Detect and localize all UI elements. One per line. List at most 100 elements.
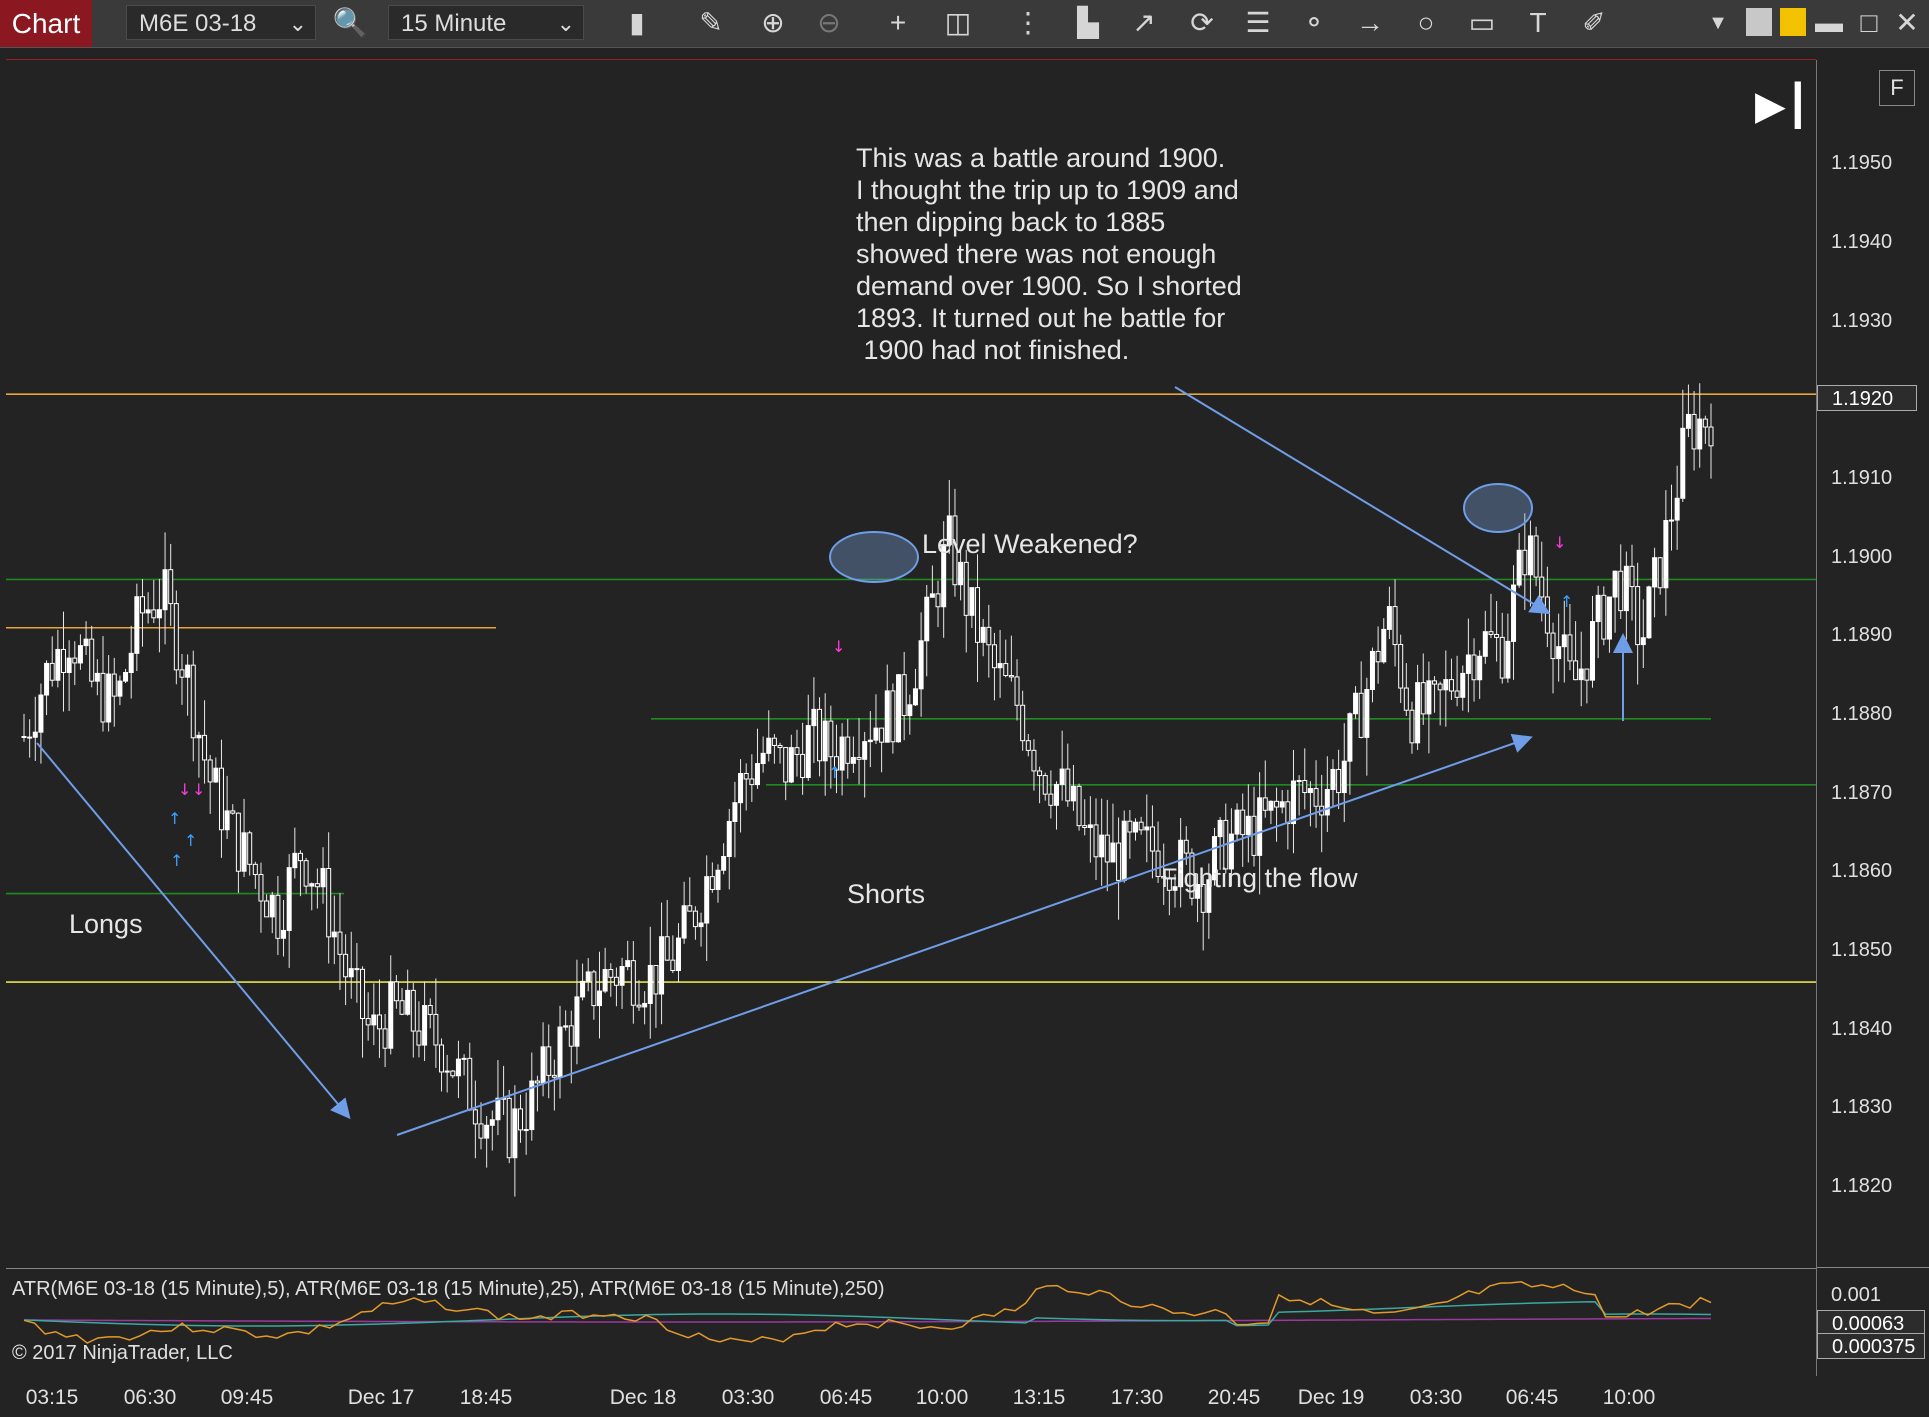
buy-marker: ↑: [1560, 592, 1573, 611]
candle-body: [100, 672, 106, 723]
candle-body: [585, 971, 591, 982]
brush-icon[interactable]: ✐: [1574, 6, 1614, 40]
minimize-icon[interactable]: ▬: [1812, 6, 1846, 40]
arrow-line-icon[interactable]: →: [1350, 6, 1390, 40]
zoom-out-icon[interactable]: ⊖: [809, 6, 849, 40]
link-color-swatch[interactable]: [1780, 8, 1806, 36]
candle-body: [557, 1026, 563, 1078]
candle-body: [32, 731, 38, 738]
candle-body: [783, 747, 789, 783]
candle-body: [1674, 497, 1680, 521]
candle-body: [1008, 675, 1014, 678]
candle-body: [1420, 682, 1426, 715]
candle-body: [1505, 640, 1511, 679]
pencil-draw-icon[interactable]: ✎: [691, 6, 731, 40]
drawing-tools-icon[interactable]: ↗: [1124, 6, 1164, 40]
candle-body: [647, 964, 653, 1004]
indicators-icon[interactable]: ▙: [1068, 6, 1108, 40]
candle-body: [439, 1044, 445, 1073]
candle-body: [1685, 413, 1691, 429]
candle-body: [580, 980, 586, 998]
search-icon[interactable]: 🔍: [330, 6, 370, 40]
candle-body: [1290, 780, 1296, 825]
candle-body: [252, 863, 258, 876]
time-axis[interactable]: 03:15 06:30 09:45 Dec 17 18:45 Dec 18 03…: [0, 1376, 1929, 1417]
candle-body: [754, 763, 760, 786]
candle-body: [1606, 596, 1612, 640]
candle-body: [698, 922, 704, 928]
candle-body: [1443, 679, 1449, 691]
candle-body: [348, 968, 354, 978]
candle-body: [427, 1005, 433, 1015]
candle-body: [518, 1108, 524, 1131]
text-tool-icon[interactable]: T: [1518, 6, 1558, 40]
time-label: Dec 19: [1297, 1386, 1365, 1409]
flag-button[interactable]: F: [1879, 70, 1915, 106]
instrument-selector[interactable]: M6E 03-18 ⌄: [126, 5, 316, 40]
candle-body: [66, 657, 72, 673]
window-color-swatch[interactable]: [1746, 8, 1772, 36]
sell-marker: ↓: [832, 637, 845, 656]
candle-body: [139, 596, 145, 614]
candle-body: [1550, 632, 1556, 660]
buy-marker: ↑: [184, 831, 197, 850]
candle-body: [867, 739, 873, 743]
candle-body: [1556, 646, 1562, 660]
candle-body: [1042, 775, 1048, 795]
candle-body: [1415, 682, 1421, 744]
candle-body: [997, 663, 1003, 669]
time-label: 20:45: [1207, 1386, 1261, 1409]
price-label: 1.1870: [1831, 782, 1893, 804]
data-box-icon[interactable]: ◫: [938, 6, 978, 40]
candle-body: [732, 802, 738, 822]
list-icon[interactable]: ☰: [1238, 6, 1278, 40]
candle-body: [929, 593, 935, 598]
bar-style-icon[interactable]: ▮: [617, 6, 657, 40]
refresh-icon[interactable]: ⟳: [1182, 6, 1222, 40]
candle-body: [506, 1097, 512, 1159]
candle-body: [123, 672, 129, 682]
candle-body: [608, 969, 614, 978]
chart-tab[interactable]: Chart: [0, 0, 92, 47]
candle-body: [224, 810, 230, 831]
ellipse-icon[interactable]: ○: [1406, 6, 1446, 40]
candle-body: [1121, 820, 1127, 881]
price-panel[interactable]: ↓ ↓ ↑ ↑ ↑ ↓ ↑ ↓ ↑ This was a battle around 1900.…: [6, 60, 1816, 1268]
candle-body: [185, 664, 191, 678]
candle-body: [38, 694, 44, 733]
crosshair-icon[interactable]: +: [878, 6, 918, 40]
candle-body: [213, 767, 219, 783]
candle-body: [281, 929, 287, 939]
candle-body: [1403, 687, 1409, 711]
atr-panel[interactable]: ATR(M6E 03-18 (15 Minute),5), ATR(M6E 03…: [6, 1268, 1816, 1376]
candle-body: [1623, 565, 1629, 612]
strategies-icon[interactable]: ⋮: [1008, 6, 1048, 40]
candle-body: [788, 747, 794, 783]
candle-body: [1465, 654, 1471, 674]
sell-marker: ↓: [178, 780, 191, 799]
candle-body: [619, 966, 625, 986]
zoom-in-icon[interactable]: ⊕: [753, 6, 793, 40]
rectangle-icon[interactable]: ▭: [1462, 6, 1502, 40]
candle-body: [422, 1005, 428, 1046]
interval-selector[interactable]: 15 Minute ⌄: [388, 5, 584, 40]
candle-body: [360, 968, 366, 1020]
atr-value-tag: 0.000375: [1817, 1333, 1925, 1359]
candle-body: [1003, 663, 1009, 677]
line-segment-icon[interactable]: ⚬: [1294, 6, 1334, 40]
candle-body: [241, 832, 247, 872]
candle-body: [653, 964, 659, 995]
candle-body: [399, 1000, 405, 1015]
price-label: 1.1910: [1831, 467, 1893, 489]
maximize-icon[interactable]: □: [1852, 6, 1886, 40]
scroll-to-end-icon[interactable]: ▶┃: [1755, 82, 1810, 130]
candle-body: [1697, 418, 1703, 450]
candle-body: [630, 960, 636, 1006]
price-axis[interactable]: F 1.1950 1.1940 1.1930 1.1920 1.1910 1.1…: [1816, 60, 1929, 1376]
candle-body: [512, 1108, 518, 1159]
dropdown-caret-icon[interactable]: ▼: [1698, 6, 1738, 40]
candle-body: [546, 1046, 552, 1076]
close-icon[interactable]: ✕: [1890, 6, 1924, 40]
copyright-text: © 2017 NinjaTrader, LLC: [12, 1342, 233, 1364]
candle-body: [986, 626, 992, 646]
